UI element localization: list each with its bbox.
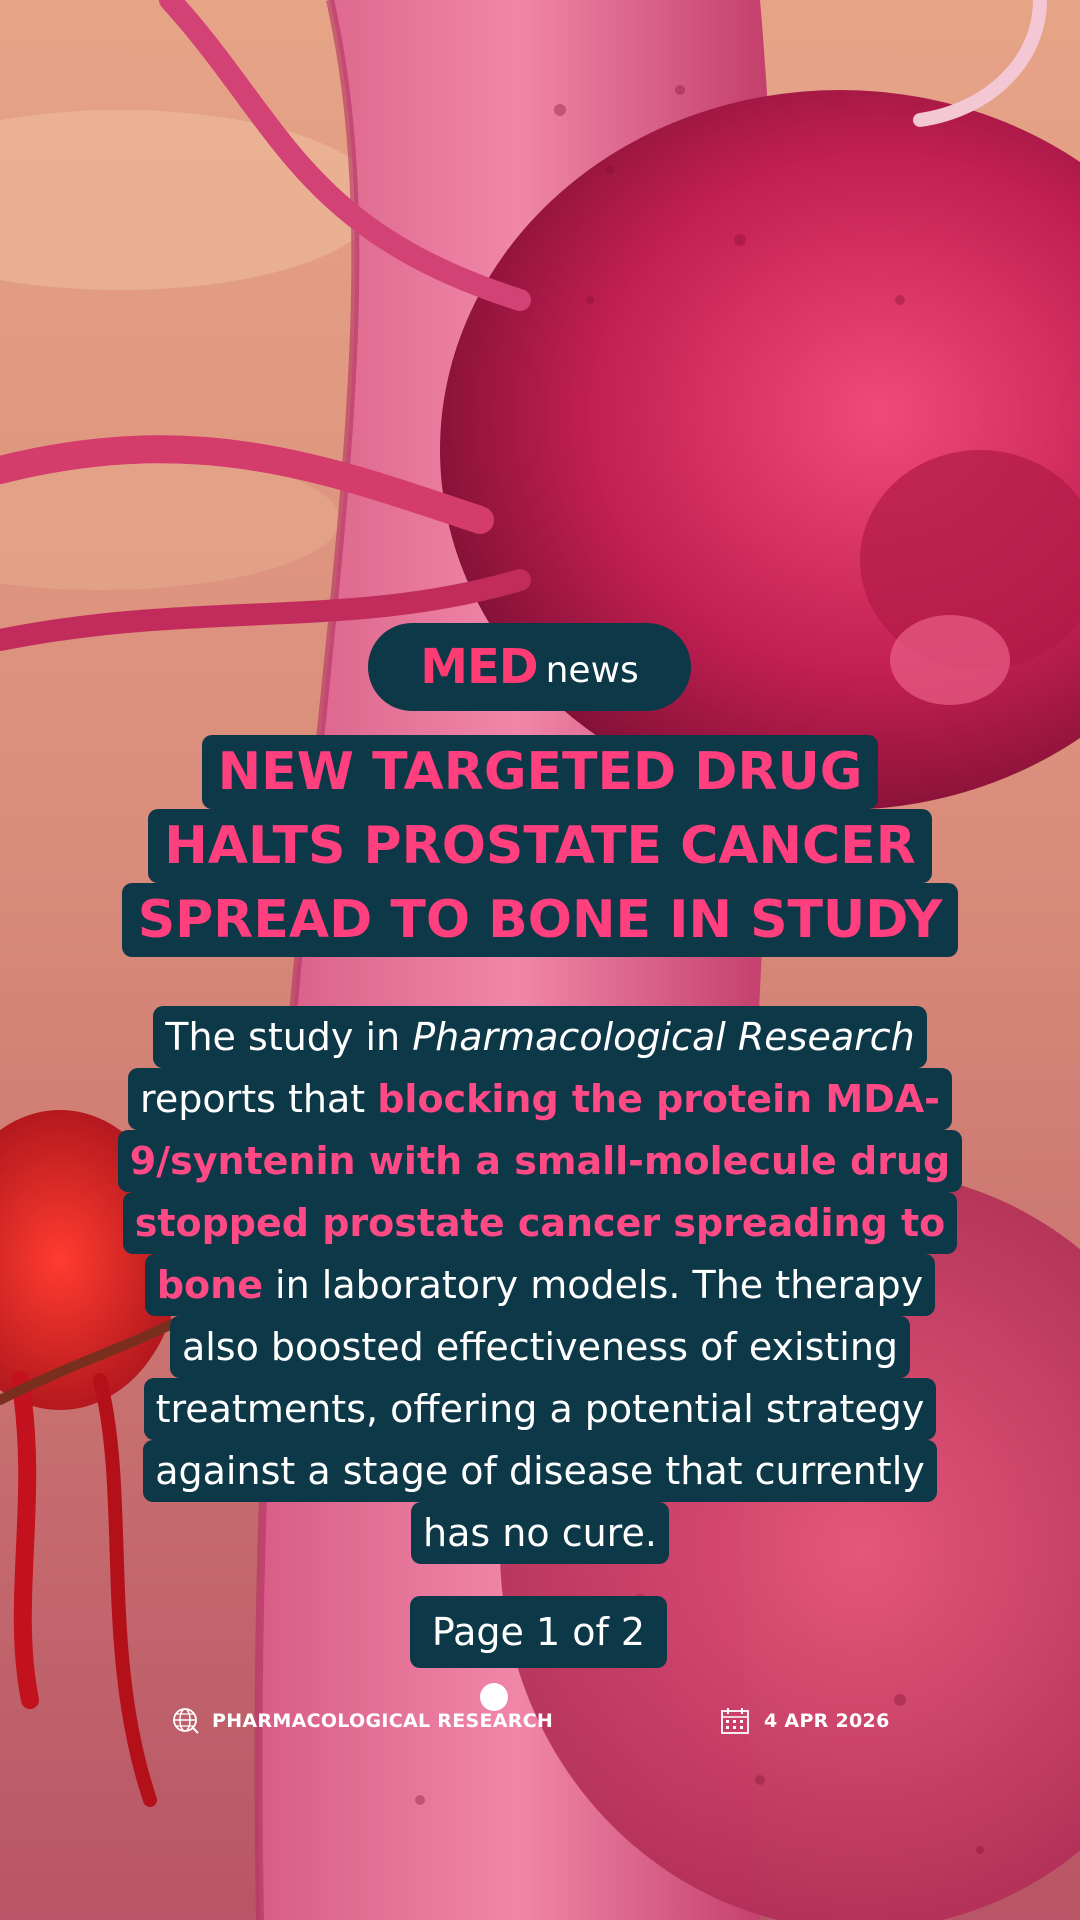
brand-logo: MED news	[368, 623, 691, 711]
summary-line: bone in laboratory models. The therapy	[144, 1254, 936, 1316]
summary-highlight: stopped prostate cancer spreading to	[122, 1192, 958, 1254]
summary-text: in laboratory models. The therapy	[262, 1263, 924, 1307]
headline-line: SPREAD TO BONE IN STUDY	[121, 883, 959, 957]
summary-line: The study in Pharmacological Research	[153, 1006, 927, 1068]
summary-line: also boosted effectiveness of existing	[169, 1316, 911, 1378]
headline: NEW TARGETED DRUG HALTS PROSTATE CANCER …	[0, 735, 1080, 957]
brand-name-primary: MED	[420, 639, 538, 695]
calendar-icon	[720, 1707, 750, 1735]
source-label: PHARMACOLOGICAL RESEARCH	[212, 1710, 554, 1732]
globe-icon	[172, 1707, 200, 1735]
summary-line: reports that blocking the protein MDA-	[128, 1068, 952, 1130]
journal-name: Pharmacological Research	[412, 1015, 915, 1059]
summary-line: treatments, offering a potential strateg…	[143, 1378, 937, 1440]
article-summary: The study in Pharmacological Research re…	[0, 1006, 1080, 1564]
summary-line: against a stage of disease that currentl…	[143, 1440, 937, 1502]
summary-line: has no cure.	[411, 1502, 669, 1564]
publish-date: 4 APR 2026	[720, 1707, 890, 1735]
headline-line: HALTS PROSTATE CANCER	[148, 809, 932, 883]
summary-highlight: blocking the protein MDA-	[377, 1077, 940, 1121]
date-label: 4 APR 2026	[764, 1710, 890, 1732]
page-indicator: Page 1 of 2	[410, 1596, 667, 1668]
summary-highlight: bone	[156, 1263, 263, 1307]
headline-line: NEW TARGETED DRUG	[201, 735, 879, 809]
brand-name-secondary: news	[545, 649, 639, 691]
summary-text: The study in	[165, 1015, 413, 1059]
summary-highlight: 9/syntenin with a small-molecule drug	[117, 1130, 963, 1192]
summary-text: reports that	[140, 1077, 378, 1121]
source-credit: PHARMACOLOGICAL RESEARCH	[172, 1707, 553, 1735]
